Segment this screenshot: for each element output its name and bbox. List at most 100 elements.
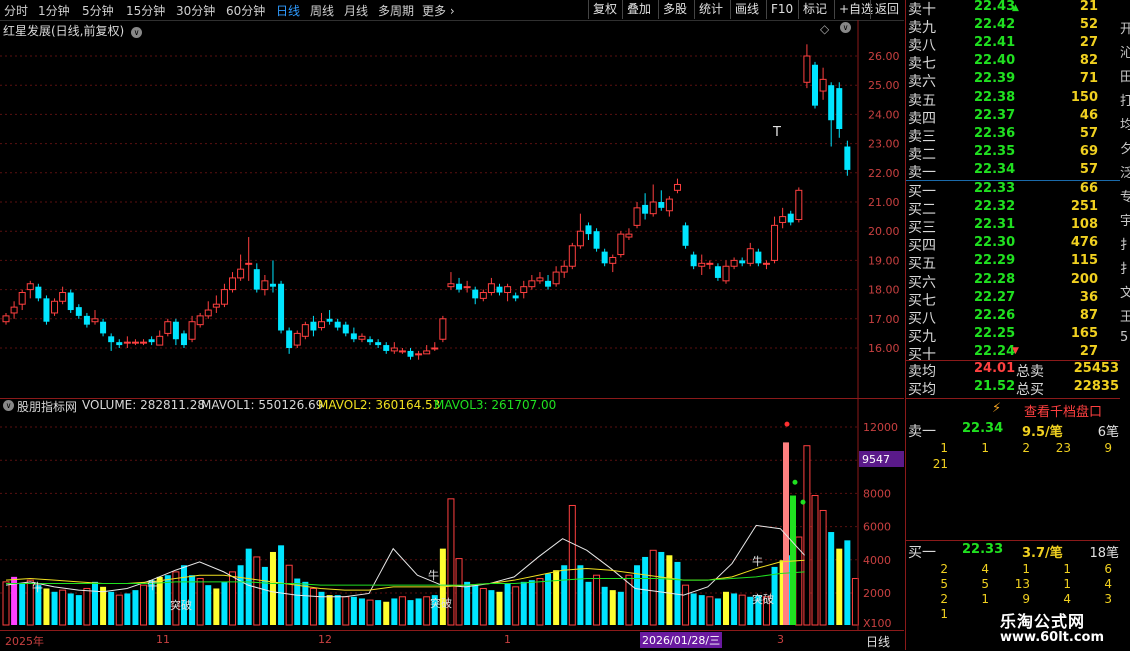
price-axis-label: 19.00 (868, 254, 900, 267)
avg-buy-label: 买均 (908, 382, 936, 398)
stock-title[interactable]: 红星发展(日线,前复权) ∨ (3, 22, 143, 39)
statistics-button[interactable]: 统计 (694, 0, 727, 19)
volume-bar (75, 595, 82, 625)
volume-axis-label: 2000 (863, 587, 891, 600)
order-level-label: 卖一 (908, 164, 936, 181)
tab-60min[interactable]: 60分钟 (226, 2, 265, 19)
tab-weekly[interactable]: 周线 (310, 2, 334, 19)
tab-minute[interactable]: 分时 (4, 2, 28, 19)
divider (906, 540, 1121, 541)
volume-bar (309, 587, 317, 626)
period-toolbar: 分时 1分钟 5分钟 15分钟 30分钟 60分钟 日线 周线 月线 多周期 更… (0, 0, 904, 21)
mark-button[interactable]: 标记 (798, 0, 831, 19)
diamond-icon[interactable]: ◇ (820, 22, 829, 36)
bid-level[interactable]: 买六 22.28 200 (906, 271, 1121, 291)
ask-level[interactable]: 卖二 22.35 69 (906, 144, 1121, 163)
ask-level[interactable]: 卖九 22.42 52 (906, 17, 1121, 36)
candle-body-down (456, 283, 463, 290)
ask-level[interactable]: 卖八 22.41 27 (906, 35, 1121, 54)
price-axis-label: 18.00 (868, 284, 900, 297)
volume-bar (455, 558, 463, 626)
ask-level[interactable]: 卖一 22.34 57 (906, 162, 1121, 181)
up-arrow-icon: ▲ (1012, 3, 1019, 13)
candle-body-down (844, 146, 851, 170)
volume-chart[interactable]: 12000100008000600040002000 9547 X100 牛 牛… (0, 398, 904, 631)
ask-level[interactable]: 卖六 22.39 71 (906, 71, 1121, 90)
candle-body-down (787, 213, 794, 223)
volume-bar (504, 583, 511, 625)
bid-level[interactable]: 买八 22.26 87 (906, 308, 1121, 327)
buy1-label: 买一 (908, 545, 936, 561)
multi-stock-button[interactable]: 多股 (658, 0, 691, 19)
order-level-label: 买七 (908, 292, 936, 309)
tab-more[interactable]: 更多 › (422, 2, 455, 19)
candle-body-up (722, 265, 730, 282)
tab-monthly[interactable]: 月线 (344, 2, 368, 19)
candle-body-down (326, 318, 333, 322)
chart-options-icon[interactable]: ∨ (840, 22, 851, 33)
bid-level[interactable]: 买一 22.33 66 (906, 181, 1121, 200)
indicator-name[interactable]: 股朋指标网 (17, 398, 77, 415)
bid-level[interactable]: 买五 22.29 115 (906, 253, 1121, 272)
tab-multi-period[interactable]: 多周期 (378, 2, 414, 19)
view-depth-link[interactable]: 查看千档盘口 (1024, 401, 1102, 420)
order-price: 22.40 (974, 53, 1016, 69)
ask-level[interactable]: 卖三 22.36 57 (906, 126, 1121, 145)
stock-title-text: 红星发展(日线,前复权) (3, 24, 125, 38)
back-button[interactable]: 返回 (870, 0, 903, 19)
tab-daily[interactable]: 日线 (276, 2, 300, 19)
price-axis-label: 16.00 (868, 342, 900, 355)
date-axis: 2025年 11 12 1 2026/01/28/三 3 日线 (0, 630, 904, 651)
volume-bar (706, 596, 714, 626)
chevron-down-icon[interactable]: ∨ (131, 27, 143, 38)
tab-15min[interactable]: 15分钟 (126, 2, 165, 19)
bid-level[interactable]: 买三 22.31 108 (906, 217, 1121, 236)
candle-body-up (560, 265, 568, 273)
queue-volume: 5 (940, 577, 948, 591)
ask-level[interactable]: 卖四 22.37 46 (906, 108, 1121, 127)
depth-link-row[interactable]: ⚡ 查看千档盘口 (906, 398, 1121, 420)
bid-level[interactable]: 买七 22.27 36 (906, 290, 1121, 309)
sell1-price: 22.34 (962, 421, 1004, 436)
order-price: 22.28 (974, 271, 1016, 287)
ask-level[interactable]: 卖七 22.40 82 (906, 53, 1121, 72)
order-price: 22.30 (974, 235, 1016, 251)
candle-body-down (116, 342, 123, 346)
candle-body-up (398, 350, 406, 353)
bid-level[interactable]: 买四 22.30 476 (906, 235, 1121, 255)
clipped-side-text: 夕 (1120, 142, 1130, 157)
order-price: 22.38 (974, 89, 1016, 105)
indicator-options-icon[interactable]: ∨ (3, 400, 14, 411)
bid-level[interactable]: 买九 22.25 165 (906, 326, 1121, 345)
clipped-side-text: 田 (1120, 70, 1130, 85)
queue-volume: 1 (940, 607, 948, 621)
date-label: 2025年 (5, 635, 44, 648)
candle-body-down (375, 342, 382, 346)
queue-volume: 6 (1104, 562, 1112, 576)
avg-buy-row: 买均 21.52 总买 22835 (906, 379, 1121, 398)
annotation-bull: 牛 (428, 568, 439, 582)
f10-button[interactable]: F10 (766, 0, 797, 19)
annotation-breakout: 突破 (170, 598, 192, 612)
price-axis-label: 17.00 (868, 313, 900, 326)
restore-rights-button[interactable]: 复权 (588, 0, 621, 19)
tab-5min[interactable]: 5分钟 (82, 2, 114, 19)
candle-body-up (520, 286, 528, 294)
bid-level[interactable]: 买二 22.32 251 (906, 199, 1121, 218)
volume-bar (83, 587, 91, 626)
volume-bar (568, 504, 576, 626)
candlestick-chart[interactable]: 26.00 25.00 24.00 23.00 22.00 21.00 20.00 19.00… (0, 20, 904, 398)
ask-level[interactable]: 卖五 22.38 150 (906, 89, 1121, 109)
sell1-per-order: 9.5/笔 (1022, 425, 1063, 440)
period-label[interactable]: 日线 (866, 633, 890, 650)
overlay-button[interactable]: 叠加 (622, 0, 655, 19)
candle-body-down (108, 336, 115, 343)
tab-30min[interactable]: 30分钟 (176, 2, 215, 19)
order-level-label: 买四 (908, 238, 936, 255)
mavol2-value: MAVOL2: 360164.53 (318, 398, 441, 412)
draw-line-button[interactable]: 画线 (730, 0, 763, 19)
tab-1min[interactable]: 1分钟 (38, 2, 70, 19)
candle-body-down (472, 289, 479, 299)
volume-bar (553, 570, 560, 625)
volume-bar (698, 595, 705, 625)
